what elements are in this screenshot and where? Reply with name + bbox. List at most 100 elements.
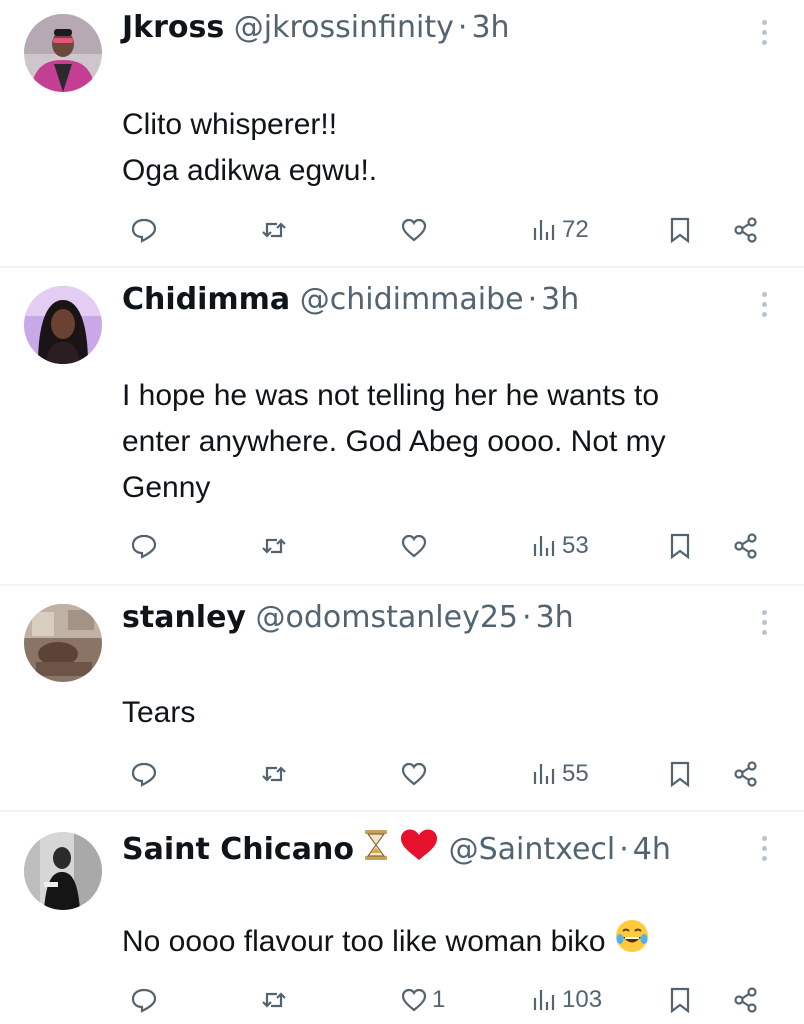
avatar[interactable] — [24, 604, 102, 682]
share-icon — [734, 987, 757, 1013]
bookmark-icon — [670, 761, 690, 788]
bookmark-button[interactable] — [664, 980, 696, 1020]
separator: · — [619, 832, 629, 867]
view-count: 72 — [562, 216, 589, 243]
views-chart-icon — [533, 220, 555, 240]
tweet-2[interactable]: Chidimma @chidimmaibe · 3h I hope he was n… — [0, 268, 804, 584]
retweet-button[interactable] — [258, 526, 290, 566]
bookmark-button[interactable] — [664, 526, 696, 566]
share-button[interactable] — [730, 754, 762, 794]
red-heart-icon — [399, 828, 439, 873]
timestamp[interactable]: 3h — [471, 10, 509, 45]
share-button[interactable] — [730, 210, 762, 250]
avatar-woman-icon — [24, 286, 102, 364]
timestamp[interactable]: 3h — [541, 282, 579, 317]
views-button[interactable]: 55 — [528, 754, 589, 794]
display-name[interactable]: stanley — [122, 600, 246, 635]
separator: · — [522, 600, 532, 635]
reply-button[interactable] — [128, 210, 160, 250]
bookmark-icon — [670, 217, 690, 244]
reply-button[interactable] — [128, 754, 160, 794]
retweet-icon — [262, 992, 286, 1008]
user-handle[interactable]: @jkrossinfinity — [234, 10, 454, 45]
tweet-text-line: enter anywhere. God Abeg oooo. Not my — [122, 425, 666, 458]
bookmark-button[interactable] — [664, 754, 696, 794]
user-handle[interactable]: @chidimmaibe — [300, 282, 524, 317]
bookmark-icon — [670, 987, 690, 1014]
more-options-icon[interactable] — [752, 828, 776, 868]
tweet-text-line: Oga adikwa egwu!. — [122, 154, 378, 187]
heart-icon — [401, 218, 427, 242]
tweet-text-line: I hope he was not telling her he wants t… — [122, 379, 660, 412]
timestamp[interactable]: 4h — [633, 832, 671, 867]
like-button[interactable] — [398, 526, 432, 566]
reply-icon — [131, 762, 157, 787]
reply-icon — [131, 988, 157, 1013]
retweet-button[interactable] — [258, 754, 290, 794]
share-icon — [734, 761, 757, 787]
tweet-text-line: No oooo flavour too like woman biko — [122, 924, 606, 958]
tweet-text: No oooo flavour too like woman biko — [122, 918, 772, 968]
tweet-header: Chidimma @chidimmaibe · 3h — [122, 280, 579, 320]
tweet-text: Clito whisperer!! Oga adikwa egwu!. — [122, 102, 772, 194]
views-button[interactable]: 72 — [528, 210, 589, 250]
avatar-bw-portrait-icon — [24, 832, 102, 910]
avatar[interactable] — [24, 286, 102, 364]
views-button[interactable]: 53 — [528, 526, 589, 566]
views-button[interactable]: 103 — [528, 980, 602, 1020]
reply-icon — [131, 218, 157, 243]
share-button[interactable] — [730, 526, 762, 566]
like-button[interactable] — [398, 210, 432, 250]
views-chart-icon — [533, 990, 555, 1010]
reply-button[interactable] — [128, 980, 160, 1020]
timestamp[interactable]: 3h — [536, 600, 574, 635]
avatar-pink-jacket-icon — [24, 14, 102, 92]
more-options-icon[interactable] — [752, 12, 776, 52]
views-chart-icon — [533, 764, 555, 784]
view-count: 53 — [562, 532, 589, 559]
separator: · — [527, 282, 538, 317]
view-count: 103 — [562, 986, 603, 1013]
display-name[interactable]: Chidimma — [122, 282, 290, 317]
more-options-icon[interactable] — [752, 284, 776, 324]
like-count: 1 — [432, 986, 446, 1013]
tweet-text-line: Tears — [122, 696, 196, 729]
tweet-actions: 1 103 — [0, 980, 804, 1020]
user-handle[interactable]: @Saintxecl — [449, 832, 616, 867]
bookmark-icon — [670, 533, 690, 560]
tweet-text: I hope he was not telling her he wants t… — [122, 373, 772, 511]
heart-icon — [401, 988, 427, 1012]
display-name[interactable]: Saint Chicano — [122, 832, 354, 867]
heart-icon — [401, 762, 427, 786]
hourglass-icon — [363, 829, 389, 872]
retweet-icon — [262, 766, 286, 782]
user-handle[interactable]: @odomstanley25 — [256, 600, 519, 635]
reply-icon — [131, 534, 157, 559]
tweet-3[interactable]: stanley @odomstanley25 · 3h Tears 55 — [0, 586, 804, 810]
tweet-1[interactable]: Jkross @jkrossinfinity · 3h Clito whispere… — [0, 0, 804, 266]
retweet-button[interactable] — [258, 980, 290, 1020]
retweet-button[interactable] — [258, 210, 290, 250]
share-button[interactable] — [730, 980, 762, 1020]
tweet-4[interactable]: Saint Chicano @Saintxecl · 4h No oooo flav… — [0, 812, 804, 1024]
tears-of-joy-emoji — [614, 918, 650, 968]
share-icon — [734, 217, 757, 243]
avatar-room-icon — [24, 604, 102, 682]
avatar[interactable] — [24, 832, 102, 910]
view-count: 55 — [562, 760, 589, 787]
like-button[interactable]: 1 — [398, 980, 445, 1020]
tweet-header: Jkross @jkrossinfinity · 3h — [122, 8, 510, 48]
tweet-actions: 72 — [0, 210, 804, 250]
like-button[interactable] — [398, 754, 432, 794]
heart-icon — [401, 534, 427, 558]
bookmark-button[interactable] — [664, 210, 696, 250]
tweet-header: Saint Chicano @Saintxecl · 4h — [122, 828, 671, 868]
share-icon — [734, 533, 757, 559]
tweet-actions: 53 — [0, 526, 804, 566]
more-options-icon[interactable] — [752, 602, 776, 642]
tweet-header: stanley @odomstanley25 · 3h — [122, 598, 574, 638]
avatar[interactable] — [24, 14, 102, 92]
display-name[interactable]: Jkross — [122, 10, 224, 45]
reply-button[interactable] — [128, 526, 160, 566]
retweet-icon — [262, 222, 286, 238]
